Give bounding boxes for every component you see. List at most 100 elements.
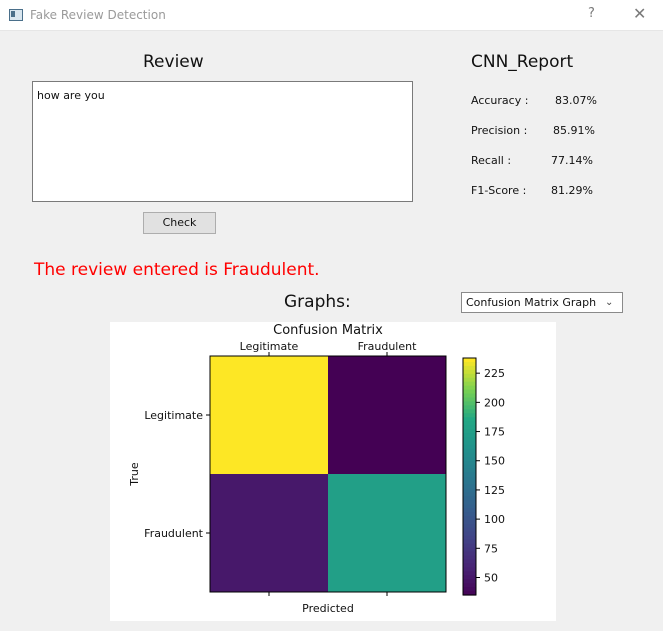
colorbar-segment [463,563,476,568]
colorbar-segment [463,555,476,561]
colorbar-tick-label-2: 100 [484,513,505,526]
f1-score-value: 81.29% [551,184,593,197]
colorbar-segment [463,452,476,458]
colorbar-segment [463,575,476,580]
colorbar-tick-label-5: 175 [484,426,505,439]
colorbar-segment [463,523,476,529]
review-input[interactable]: how are you [32,81,413,202]
colorbar-tick-label-6: 200 [484,396,505,409]
precision-value: 85.91% [553,124,595,137]
window-title: Fake Review Detection [30,8,166,22]
cm-cell-1-1 [328,474,446,592]
colorbar-segment [463,468,476,474]
colorbar-segment [463,492,476,497]
colorbar-segment [463,512,476,517]
colorbar-segment [463,480,476,485]
colorbar-segment [463,583,476,588]
colorbar-segment [463,385,476,391]
y-tick-label-1: Fraudulent [144,527,204,540]
colorbar-tick-label-1: 75 [484,542,498,555]
colorbar-segment [463,547,476,553]
colorbar-segment [463,381,476,387]
y-axis-label: True [128,462,141,487]
colorbar-tick-label-7: 225 [484,367,505,380]
colorbar-segment [463,504,476,509]
colorbar-segment [463,587,476,592]
y-tick-label-0: Legitimate [144,409,203,422]
colorbar-segment [463,361,476,367]
colorbar-segment [463,401,476,406]
x-tick-label-1: Fraudulent [358,340,418,353]
colorbar-segment [463,508,476,513]
graph-type-select[interactable]: Confusion Matrix Graph ⌄ [461,292,623,313]
colorbar-segment [463,429,476,434]
colorbar-segment [463,409,476,414]
graph-type-selected: Confusion Matrix Graph [466,296,597,309]
cm-cell-0-1 [328,356,446,474]
colorbar-segment [463,425,476,430]
colorbar-segment [463,358,476,363]
colorbar-segment [463,421,476,426]
report-heading: CNN_Report [471,52,574,72]
accuracy-value: 83.07% [555,94,597,107]
chevron-down-icon: ⌄ [605,297,614,308]
colorbar-segment [463,488,476,493]
colorbar-tick-label-0: 50 [484,571,498,584]
f1-score-label: F1-Score : [471,184,527,197]
colorbar-segment [463,519,476,525]
confusion-matrix-svg: Confusion Matrix Legitimate Fraudulent Legi… [128,323,505,615]
colorbar-segment [463,539,476,545]
colorbar-segment [463,413,476,418]
colorbar-segment [463,476,476,482]
chart-title: Confusion Matrix [273,323,383,338]
recall-label: Recall : [471,154,512,167]
colorbar-segment [463,456,476,462]
colorbar-segment [463,535,476,541]
colorbar-segment [463,472,476,478]
title-bar: Fake Review Detection ? ✕ [0,0,663,31]
colorbar-segment [463,464,476,470]
review-heading: Review [143,52,204,72]
confusion-matrix-plot: Confusion Matrix Legitimate Fraudulent Legi… [110,322,556,621]
colorbar-segment [463,373,476,379]
colorbar-segment [463,417,476,422]
colorbar-segment [463,579,476,584]
colorbar-tick-label-3: 125 [484,484,505,497]
accuracy-label: Accuracy : [471,94,529,107]
colorbar-segment [463,527,476,533]
x-tick-label-0: Legitimate [240,340,299,353]
colorbar-segment [463,389,476,395]
colorbar-tick-label-4: 150 [484,455,505,468]
colorbar-segment [463,543,476,549]
colorbar-segment [463,405,476,410]
colorbar-segment [463,571,476,576]
recall-value: 77.14% [551,154,593,167]
review-input-text: how are you [37,89,105,102]
close-button[interactable]: ✕ [633,4,646,23]
cm-cell-0-0 [210,356,328,474]
colorbar-segment [463,567,476,572]
app-icon [9,9,23,21]
colorbar-segment [463,369,476,375]
colorbar-segment [463,484,476,489]
graphs-label: Graphs: [284,292,351,312]
check-button[interactable]: Check [143,212,216,234]
colorbar-segment [463,365,476,371]
colorbar-segment [463,440,476,446]
colorbar-segment [463,397,476,403]
colorbar-segment [463,500,476,505]
help-button[interactable]: ? [588,6,595,21]
colorbar-segment [463,377,476,383]
precision-label: Precision : [471,124,528,137]
x-axis-label: Predicted [302,602,354,615]
cm-cell-1-0 [210,474,328,592]
colorbar-segment [463,531,476,537]
colorbar-segment [463,448,476,454]
colorbar-segment [463,496,476,501]
colorbar-segment [463,444,476,450]
colorbar-segment [463,433,476,438]
colorbar-segment [463,393,476,399]
colorbar-segment [463,516,476,521]
colorbar-segment [463,559,476,564]
colorbar-segment [463,460,476,466]
